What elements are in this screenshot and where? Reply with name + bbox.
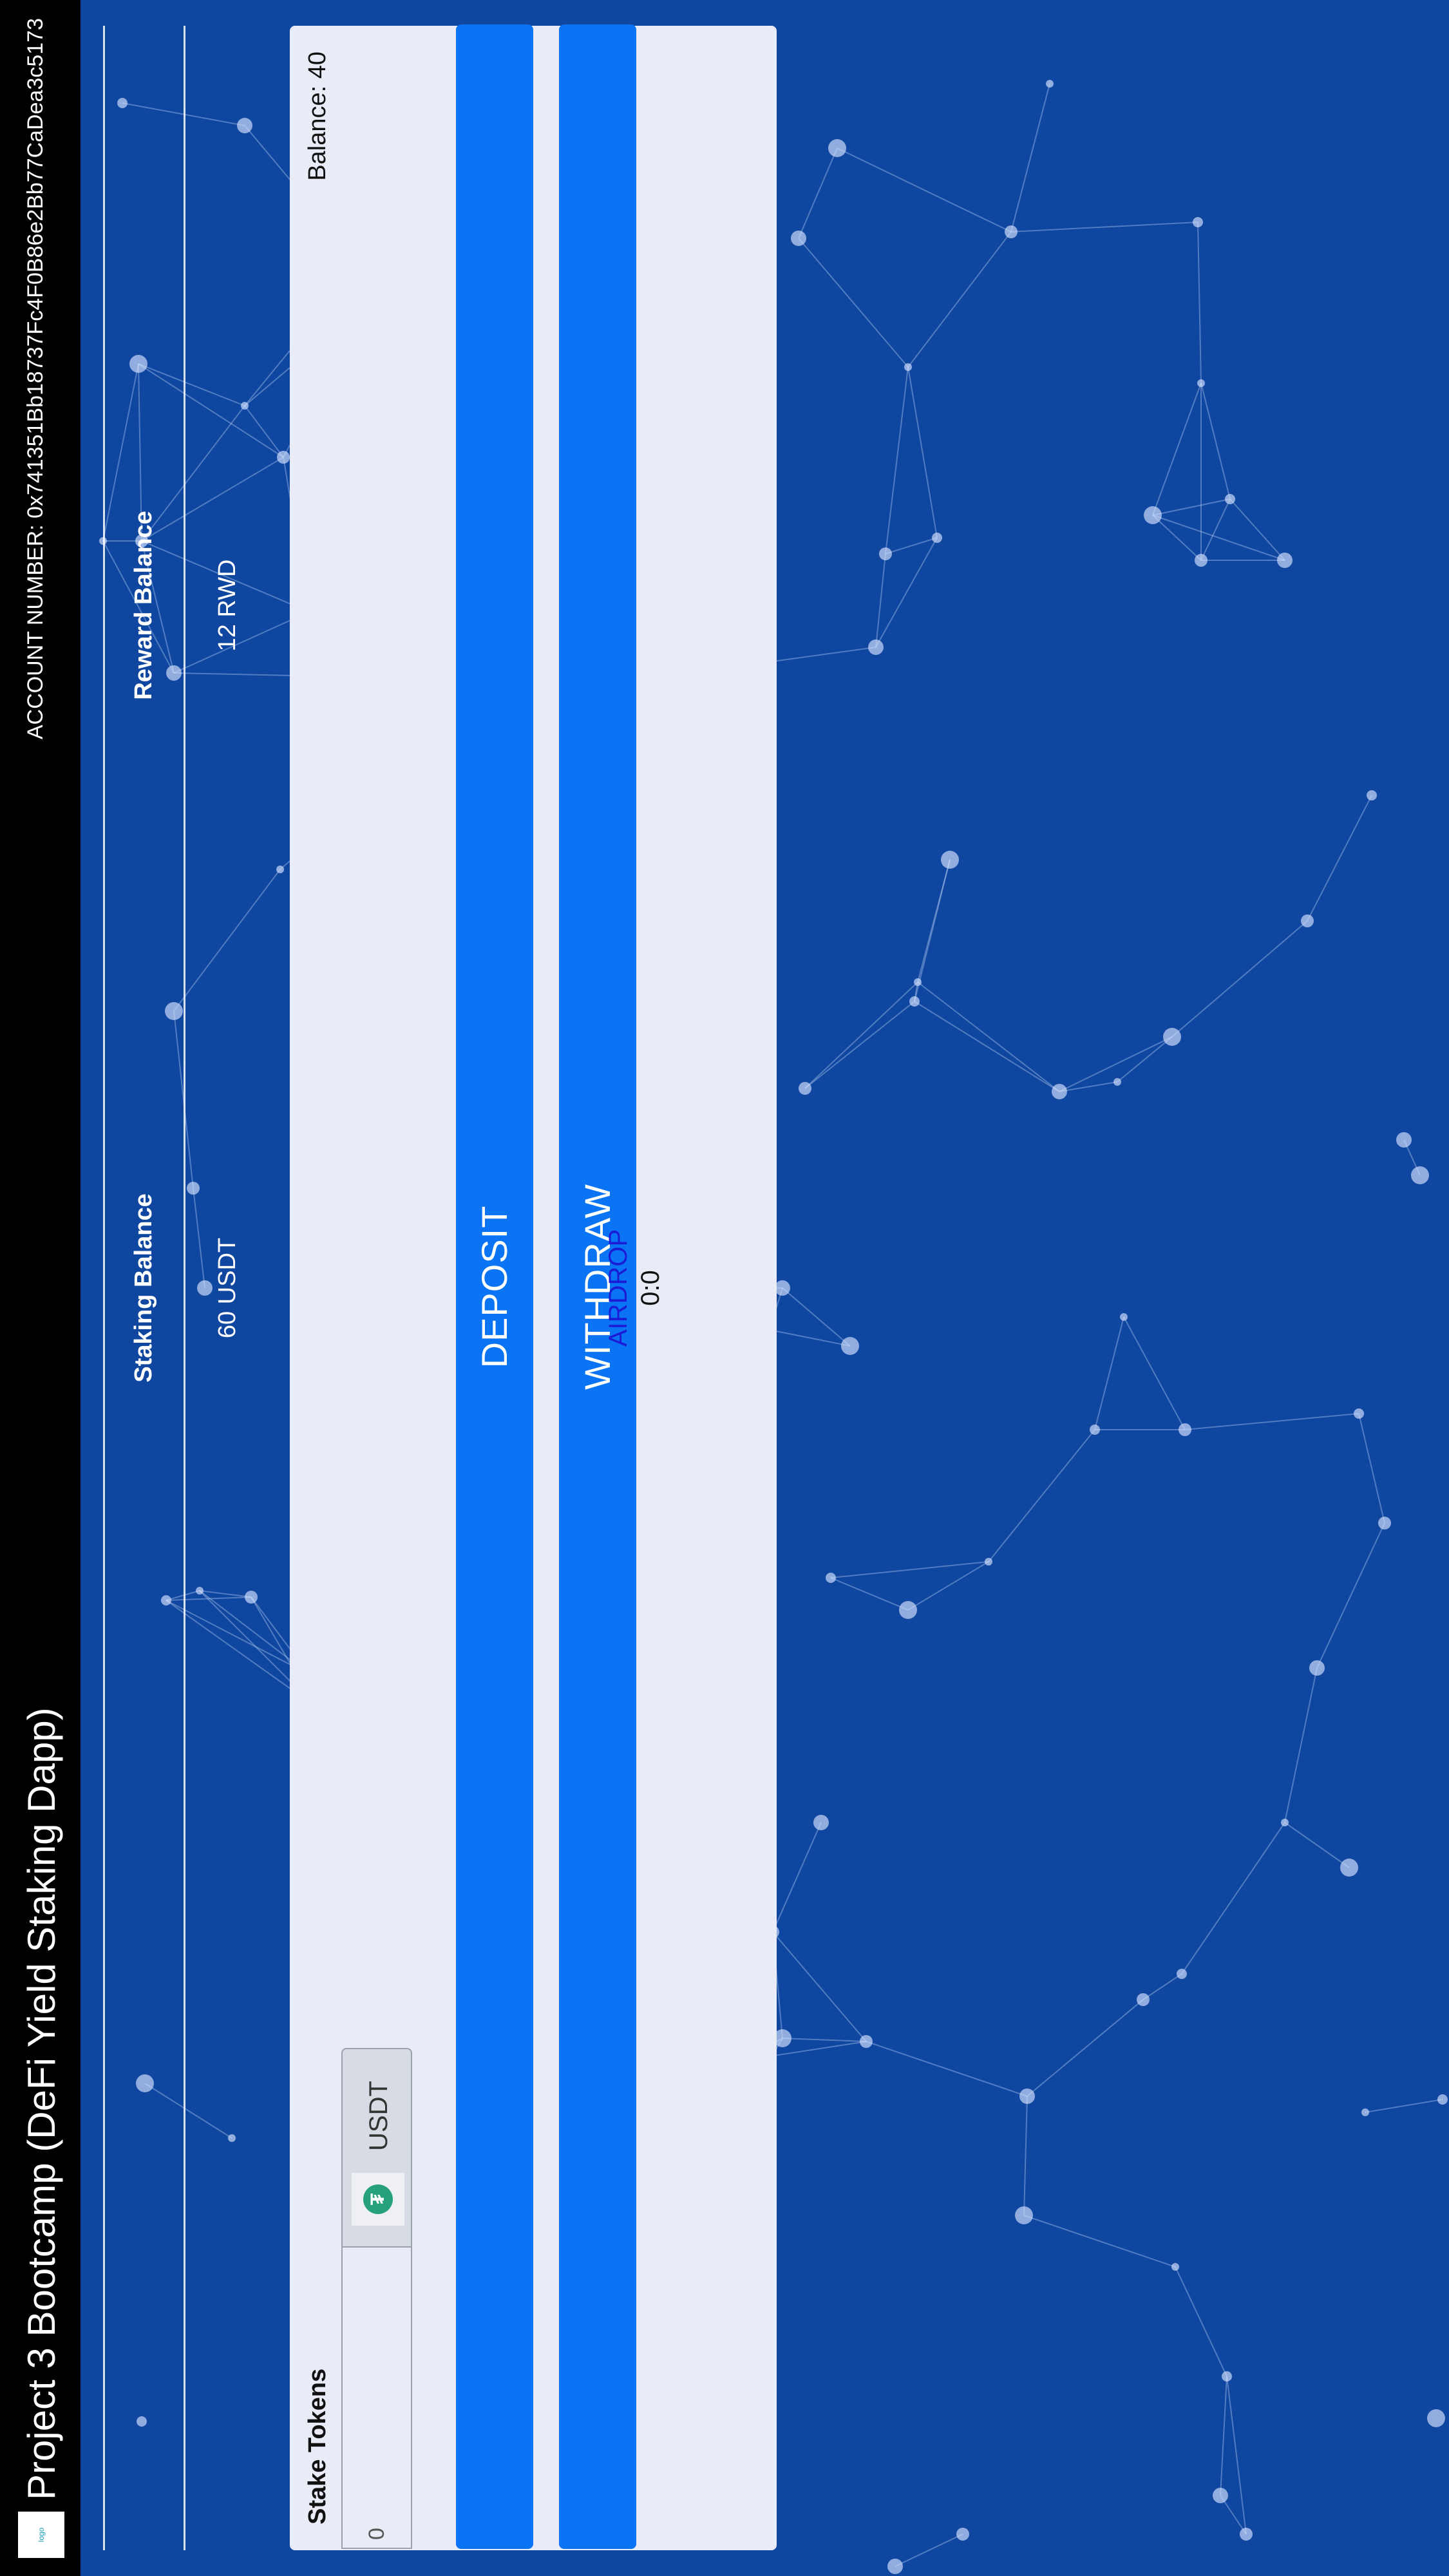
airdrop-link[interactable]: AIRDROP (604, 1229, 633, 1347)
token-addon: ₮ USDT (341, 2048, 412, 2246)
app-root: logo Project 3 Bootcamp (DeFi Yield Stak… (0, 0, 1449, 2576)
account-number: ACCOUNT NUMBER: 0x741351Bb18737Fc4F0B86e… (23, 18, 48, 740)
table-top-border (103, 26, 105, 2550)
deposit-button[interactable]: DEPOSIT (456, 24, 533, 2549)
airdrop-timer: 0:0 (636, 1270, 665, 1306)
staking-balance-value: 60 USDT (214, 1237, 241, 1339)
tether-icon: ₮ (363, 2184, 393, 2214)
reward-balance-value: 12 RWD (214, 559, 241, 652)
table-header-border (184, 26, 185, 2550)
wallet-balance: Balance: 40 (304, 52, 331, 181)
token-symbol: USDT (365, 2081, 393, 2151)
navbar: logo Project 3 Bootcamp (DeFi Yield Stak… (0, 0, 80, 2576)
stake-tokens-label: Stake Tokens (304, 2368, 331, 2524)
token-icon-box: ₮ (352, 2173, 404, 2226)
app-title[interactable]: Project 3 Bootcamp (DeFi Yield Staking D… (19, 1707, 64, 2500)
staking-balance-header: Staking Balance (130, 1193, 157, 1383)
dapp-logo-icon[interactable]: logo (18, 2512, 64, 2558)
reward-balance-header: Reward Balance (130, 511, 157, 700)
stake-amount-input[interactable] (341, 2246, 412, 2549)
stake-card: Stake Tokens Balance: 40 ₮ USDT DEPOSIT … (290, 24, 777, 2550)
